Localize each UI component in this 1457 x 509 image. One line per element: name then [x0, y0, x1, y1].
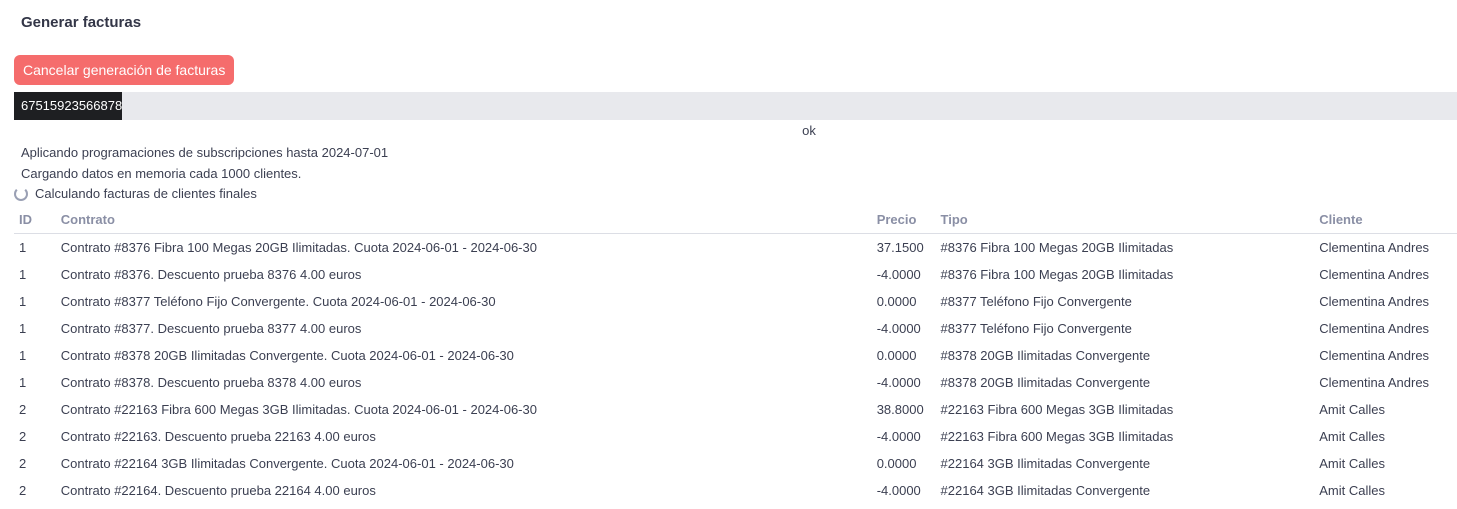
table-row: 1 Contrato #8377 Teléfono Fijo Convergen…	[14, 288, 1457, 315]
cell-id: 1	[19, 321, 27, 336]
cell-cliente: Amit Calles	[1319, 483, 1385, 498]
cell-tipo: #8377 Teléfono Fijo Convergente	[940, 294, 1132, 309]
cell-cliente: Amit Calles	[1319, 402, 1385, 417]
cell-cliente: Clementina Andres	[1319, 267, 1430, 282]
table-row: 1 Contrato #8376 Fibra 100 Megas 20GB Il…	[14, 234, 1457, 262]
cell-precio: 38.8000	[876, 402, 924, 417]
loading-spinner-icon	[14, 186, 28, 201]
table-header-row: ID Contrato Precio Tipo Cliente	[14, 205, 1457, 234]
cell-precio: -4.0000	[876, 483, 921, 498]
cell-precio: 0.0000	[876, 456, 917, 471]
cell-precio: 0.0000	[876, 348, 917, 363]
cancel-generation-button[interactable]: Cancelar generación de facturas	[14, 55, 235, 85]
cell-tipo: #8377 Teléfono Fijo Convergente	[940, 321, 1132, 336]
table-row: 1 Contrato #8378. Descuento prueba 8378 …	[14, 369, 1457, 396]
log-line-calculating: Calculando facturas de clientes finales	[14, 186, 257, 201]
table-row: 1 Contrato #8378 20GB Ilimitadas Converg…	[14, 342, 1457, 369]
cell-tipo: #22163 Fibra 600 Megas 3GB Ilimitadas	[940, 402, 1174, 417]
cell-contrato: Contrato #8376 Fibra 100 Megas 20GB Ilim…	[60, 240, 537, 255]
cell-precio: 0.0000	[876, 294, 917, 309]
column-header-id[interactable]: ID	[14, 205, 61, 234]
cell-cliente: Clementina Andres	[1319, 294, 1430, 309]
cell-tipo: #22164 3GB Ilimitadas Convergente	[940, 483, 1151, 498]
cell-id: 1	[19, 240, 27, 255]
table-row: 1 Contrato #8376. Descuento prueba 8376 …	[14, 261, 1457, 288]
cell-tipo: #22163 Fibra 600 Megas 3GB Ilimitadas	[940, 429, 1174, 444]
cell-contrato: Contrato #8377 Teléfono Fijo Convergente…	[60, 294, 496, 309]
invoices-table: ID Contrato Precio Tipo Cliente 1 Contra…	[14, 205, 1457, 504]
cell-contrato: Contrato #8376. Descuento prueba 8376 4.…	[60, 267, 362, 282]
table-row: 2 Contrato #22164. Descuento prueba 2216…	[14, 477, 1457, 504]
cell-precio: 37.1500	[876, 240, 924, 255]
cell-id: 1	[19, 267, 27, 282]
column-header-cliente[interactable]: Cliente	[1319, 205, 1457, 234]
column-header-precio[interactable]: Precio	[876, 205, 941, 234]
cell-cliente: Clementina Andres	[1319, 348, 1430, 363]
cell-tipo: #8376 Fibra 100 Megas 20GB Ilimitadas	[940, 240, 1174, 255]
cell-id: 2	[19, 402, 27, 417]
cell-id: 2	[19, 429, 27, 444]
cell-id: 1	[19, 294, 27, 309]
cell-precio: -4.0000	[876, 375, 921, 390]
progress-bar: 67515923566878	[14, 92, 1457, 120]
page-title: Generar facturas	[21, 14, 142, 31]
cell-tipo: #22164 3GB Ilimitadas Convergente	[940, 456, 1151, 471]
progress-bar-value: 67515923566878	[14, 92, 123, 120]
cell-contrato: Contrato #8378. Descuento prueba 8378 4.…	[60, 375, 362, 390]
cell-cliente: Clementina Andres	[1319, 375, 1430, 390]
cell-contrato: Contrato #8378 20GB Ilimitadas Convergen…	[60, 348, 514, 363]
cell-cliente: Amit Calles	[1319, 429, 1385, 444]
cell-contrato: Contrato #22163. Descuento prueba 22163 …	[60, 429, 376, 444]
cell-contrato: Contrato #22163 Fibra 600 Megas 3GB Ilim…	[60, 402, 537, 417]
log-line-calculating-text: Calculando facturas de clientes finales	[35, 186, 257, 201]
cell-precio: -4.0000	[876, 429, 921, 444]
column-header-contrato[interactable]: Contrato	[60, 205, 877, 234]
table-row: 2 Contrato #22164 3GB Ilimitadas Converg…	[14, 450, 1457, 477]
cell-id: 1	[19, 348, 27, 363]
cell-cliente: Clementina Andres	[1319, 240, 1430, 255]
cell-tipo: #8378 20GB Ilimitadas Convergente	[940, 348, 1151, 363]
cell-precio: -4.0000	[876, 321, 921, 336]
cell-cliente: Amit Calles	[1319, 456, 1385, 471]
log-line-loading: Cargando datos en memoria cada 1000 clie…	[21, 166, 302, 181]
column-header-tipo[interactable]: Tipo	[940, 205, 1320, 234]
cell-cliente: Clementina Andres	[1319, 321, 1430, 336]
log-line-subscriptions: Aplicando programaciones de subscripcion…	[21, 145, 389, 160]
progress-status: ok	[802, 123, 816, 138]
cell-id: 2	[19, 456, 27, 471]
cell-contrato: Contrato #22164. Descuento prueba 22164 …	[60, 483, 376, 498]
cell-precio: -4.0000	[876, 267, 921, 282]
cell-contrato: Contrato #22164 3GB Ilimitadas Convergen…	[60, 456, 514, 471]
cell-id: 1	[19, 375, 27, 390]
cell-contrato: Contrato #8377. Descuento prueba 8377 4.…	[60, 321, 362, 336]
table-row: 2 Contrato #22163 Fibra 600 Megas 3GB Il…	[14, 396, 1457, 423]
table-row: 1 Contrato #8377. Descuento prueba 8377 …	[14, 315, 1457, 342]
cell-tipo: #8376 Fibra 100 Megas 20GB Ilimitadas	[940, 267, 1174, 282]
cell-tipo: #8378 20GB Ilimitadas Convergente	[940, 375, 1151, 390]
table-row: 2 Contrato #22163. Descuento prueba 2216…	[14, 423, 1457, 450]
cell-id: 2	[19, 483, 27, 498]
